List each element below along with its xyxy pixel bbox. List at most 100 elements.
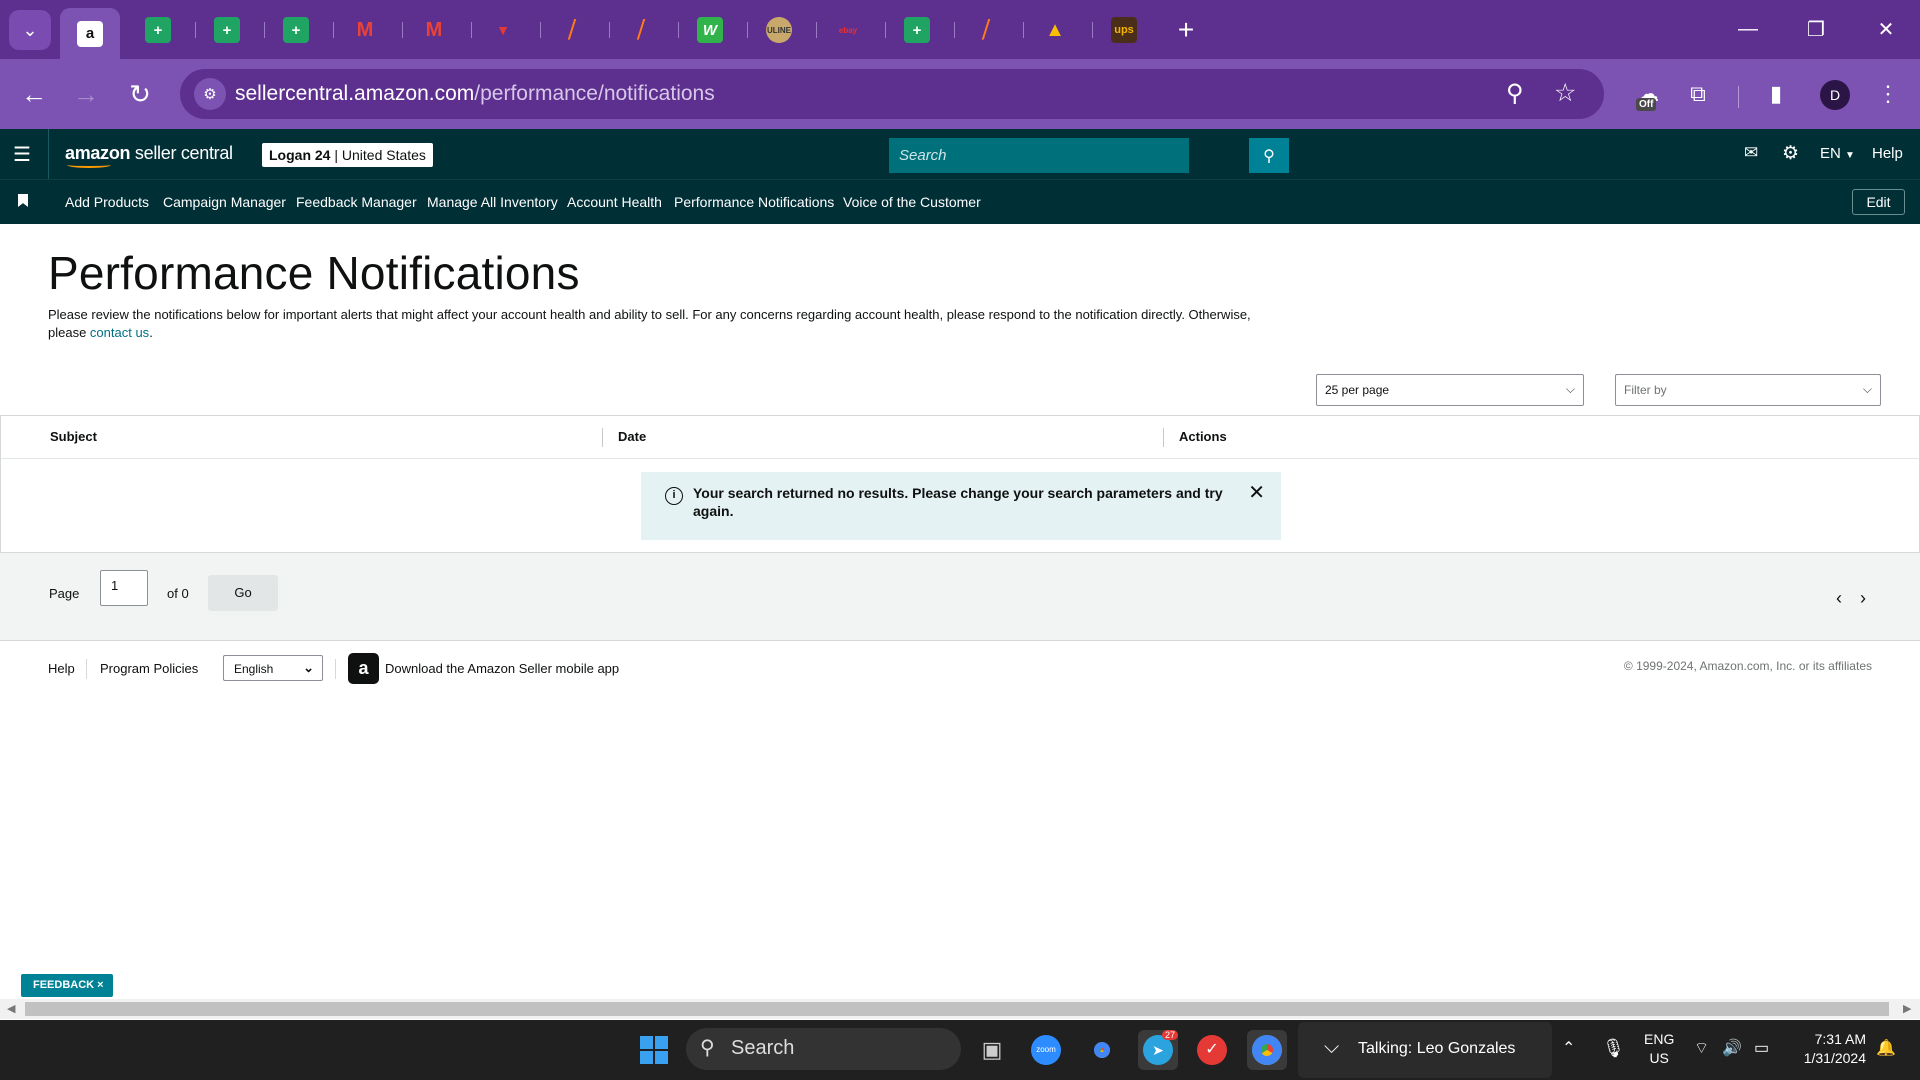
tray-overflow-icon[interactable]: ⌃ <box>1562 1038 1575 1058</box>
search-input[interactable]: Search <box>889 138 1189 173</box>
new-tab-button[interactable]: + <box>1172 12 1200 48</box>
page-number-input[interactable]: 1 <box>100 570 148 606</box>
notifications-bell-icon[interactable]: 🔔 <box>1876 1038 1896 1058</box>
close-window-button[interactable]: ✕ <box>1852 0 1920 59</box>
zoom-icon[interactable]: ⚲ <box>1506 79 1524 108</box>
tab-stack-2[interactable]: ⧸ <box>611 8 671 52</box>
nav-manage-all-inventory[interactable]: Manage All Inventory <box>427 194 558 210</box>
tab-ups[interactable]: ups <box>1094 8 1154 52</box>
forward-button[interactable]: → <box>68 76 104 112</box>
tab-sheets-1[interactable]: + <box>128 8 188 52</box>
contact-us-link[interactable]: contact us <box>90 325 149 340</box>
tab-search-button[interactable]: ⌄ <box>9 10 51 50</box>
task-view-icon[interactable]: ▣ <box>972 1030 1012 1070</box>
profile-avatar[interactable]: D <box>1820 80 1850 110</box>
reload-button[interactable]: ↻ <box>122 76 158 112</box>
settings-gear-icon[interactable]: ⚙ <box>1782 142 1799 165</box>
clock[interactable]: 7:31 AM 1/31/2024 <box>1790 1030 1866 1068</box>
talking-notification[interactable]: ⌵ Talking: Leo Gonzales <box>1298 1022 1552 1078</box>
url-text[interactable]: sellercentral.amazon.com/performance/not… <box>235 82 715 106</box>
nav-voice-of-the-customer[interactable]: Voice of the Customer <box>843 194 981 210</box>
column-subject[interactable]: Subject <box>50 429 97 444</box>
tab-divider <box>402 22 403 38</box>
bookmark-star-icon[interactable]: ☆ <box>1554 78 1576 108</box>
telegram-app-icon[interactable]: ➤ 27 <box>1138 1030 1178 1070</box>
browser-menu-icon[interactable]: ⋮ <box>1870 76 1906 112</box>
footer-help-link[interactable]: Help <box>48 661 75 676</box>
nav-account-health[interactable]: Account Health <box>567 194 662 210</box>
notifications-table: Subject Date Actions i Your search retur… <box>0 415 1920 553</box>
tab-divider <box>333 22 334 38</box>
tab-divider <box>816 22 817 38</box>
nav-feedback-manager[interactable]: Feedback Manager <box>296 194 417 210</box>
wifi-icon[interactable]: ⌔ <box>1694 1038 1709 1058</box>
side-panel-icon[interactable]: ▮ <box>1758 76 1794 112</box>
go-button[interactable]: Go <box>208 575 278 611</box>
info-icon: i <box>665 487 683 505</box>
tasks-app-icon[interactable]: ✓ <box>1192 1030 1232 1070</box>
tab-uline[interactable]: ULINE <box>749 8 809 52</box>
tab-sheets-3[interactable]: + <box>266 8 326 52</box>
scroll-left-icon[interactable]: ◀ <box>7 1002 15 1015</box>
nav-add-products[interactable]: Add Products <box>65 194 149 210</box>
battery-icon[interactable]: ▭ <box>1754 1038 1769 1058</box>
tab-gmail-2[interactable]: M <box>404 8 464 52</box>
volume-icon[interactable]: 🔊 <box>1722 1038 1742 1058</box>
zoom-app-icon[interactable]: zoom <box>1026 1030 1066 1070</box>
tab-ebay[interactable]: ebay <box>818 8 878 52</box>
address-bar[interactable]: ⚙ sellercentral.amazon.com/performance/n… <box>180 69 1604 119</box>
chrome-app-icon[interactable] <box>1082 1030 1122 1070</box>
chrome-logo <box>1087 1035 1117 1065</box>
account-switcher[interactable]: Logan 24 | United States <box>262 143 433 167</box>
footer-language-select[interactable]: English ⌄ <box>223 655 323 681</box>
nav-campaign-manager[interactable]: Campaign Manager <box>163 194 286 210</box>
previous-page-icon[interactable]: ‹ <box>1836 588 1842 609</box>
site-info-button[interactable]: ⚙ <box>194 78 226 110</box>
tab-gmail-1[interactable]: M <box>335 8 395 52</box>
tab-stack-1[interactable]: ⧸ <box>542 8 602 52</box>
nav-performance-notifications[interactable]: Performance Notifications <box>674 194 834 210</box>
download-app-link[interactable]: Download the Amazon Seller mobile app <box>385 661 619 676</box>
amazon-app-icon[interactable]: a <box>348 653 379 684</box>
mail-icon[interactable]: ✉ <box>1744 143 1758 163</box>
tab-w[interactable]: W <box>680 8 740 52</box>
taskbar-search[interactable]: ⚲ Search <box>686 1028 961 1070</box>
minimize-button[interactable]: — <box>1714 0 1782 59</box>
chevron-down-icon: ⌵ <box>1565 382 1575 396</box>
tab-amazon[interactable]: a <box>60 8 120 59</box>
page-title: Performance Notifications <box>48 247 580 299</box>
toolbar-divider <box>1738 86 1739 108</box>
tab-stack-3[interactable]: ⧸ <box>956 8 1016 52</box>
chrome-profile-app-icon[interactable] <box>1247 1030 1287 1070</box>
tab-sheets-2[interactable]: + <box>197 8 257 52</box>
filter-select[interactable]: Filter by ⌵ <box>1615 374 1881 406</box>
tab-drive[interactable]: ▲ <box>1025 8 1085 52</box>
scroll-right-icon[interactable]: ▶ <box>1903 1002 1911 1015</box>
column-divider <box>602 428 603 447</box>
back-button[interactable]: ← <box>16 76 52 112</box>
hamburger-menu-icon[interactable]: ☰ <box>13 142 31 167</box>
start-button[interactable] <box>634 1030 674 1070</box>
edit-nav-button[interactable]: Edit <box>1852 189 1905 215</box>
extensions-puzzle-icon[interactable]: ⧉ <box>1680 76 1716 112</box>
taskbar-search-label: Search <box>731 1037 795 1059</box>
tune-icon: ⚙ <box>203 86 217 103</box>
help-link[interactable]: Help <box>1872 145 1903 162</box>
language-selector[interactable]: EN ▼ <box>1820 145 1855 162</box>
search-button[interactable]: ⚲ <box>1249 138 1289 173</box>
close-alert-icon[interactable]: ✕ <box>1248 483 1265 503</box>
seller-central-nav: Add Products Campaign Manager Feedback M… <box>0 179 1920 224</box>
input-language[interactable]: ENG US <box>1644 1030 1674 1068</box>
footer-program-policies-link[interactable]: Program Policies <box>100 661 198 676</box>
tab-sheets-4[interactable]: + <box>887 8 947 52</box>
seller-central-logo[interactable]: amazon seller central <box>65 143 233 168</box>
scrollbar-thumb[interactable] <box>25 1002 1889 1016</box>
microphone-icon[interactable]: 🎙 <box>1602 1038 1625 1059</box>
tab-brand[interactable]: ▼ <box>473 8 533 52</box>
feedback-button[interactable]: FEEDBACK × <box>21 974 113 997</box>
restore-button[interactable]: ❐ <box>1782 0 1850 59</box>
next-page-icon[interactable]: › <box>1860 588 1866 609</box>
horizontal-scrollbar[interactable]: ◀ ▶ <box>0 999 1920 1019</box>
column-date[interactable]: Date <box>618 429 646 444</box>
per-page-select[interactable]: 25 per page ⌵ <box>1316 374 1584 406</box>
